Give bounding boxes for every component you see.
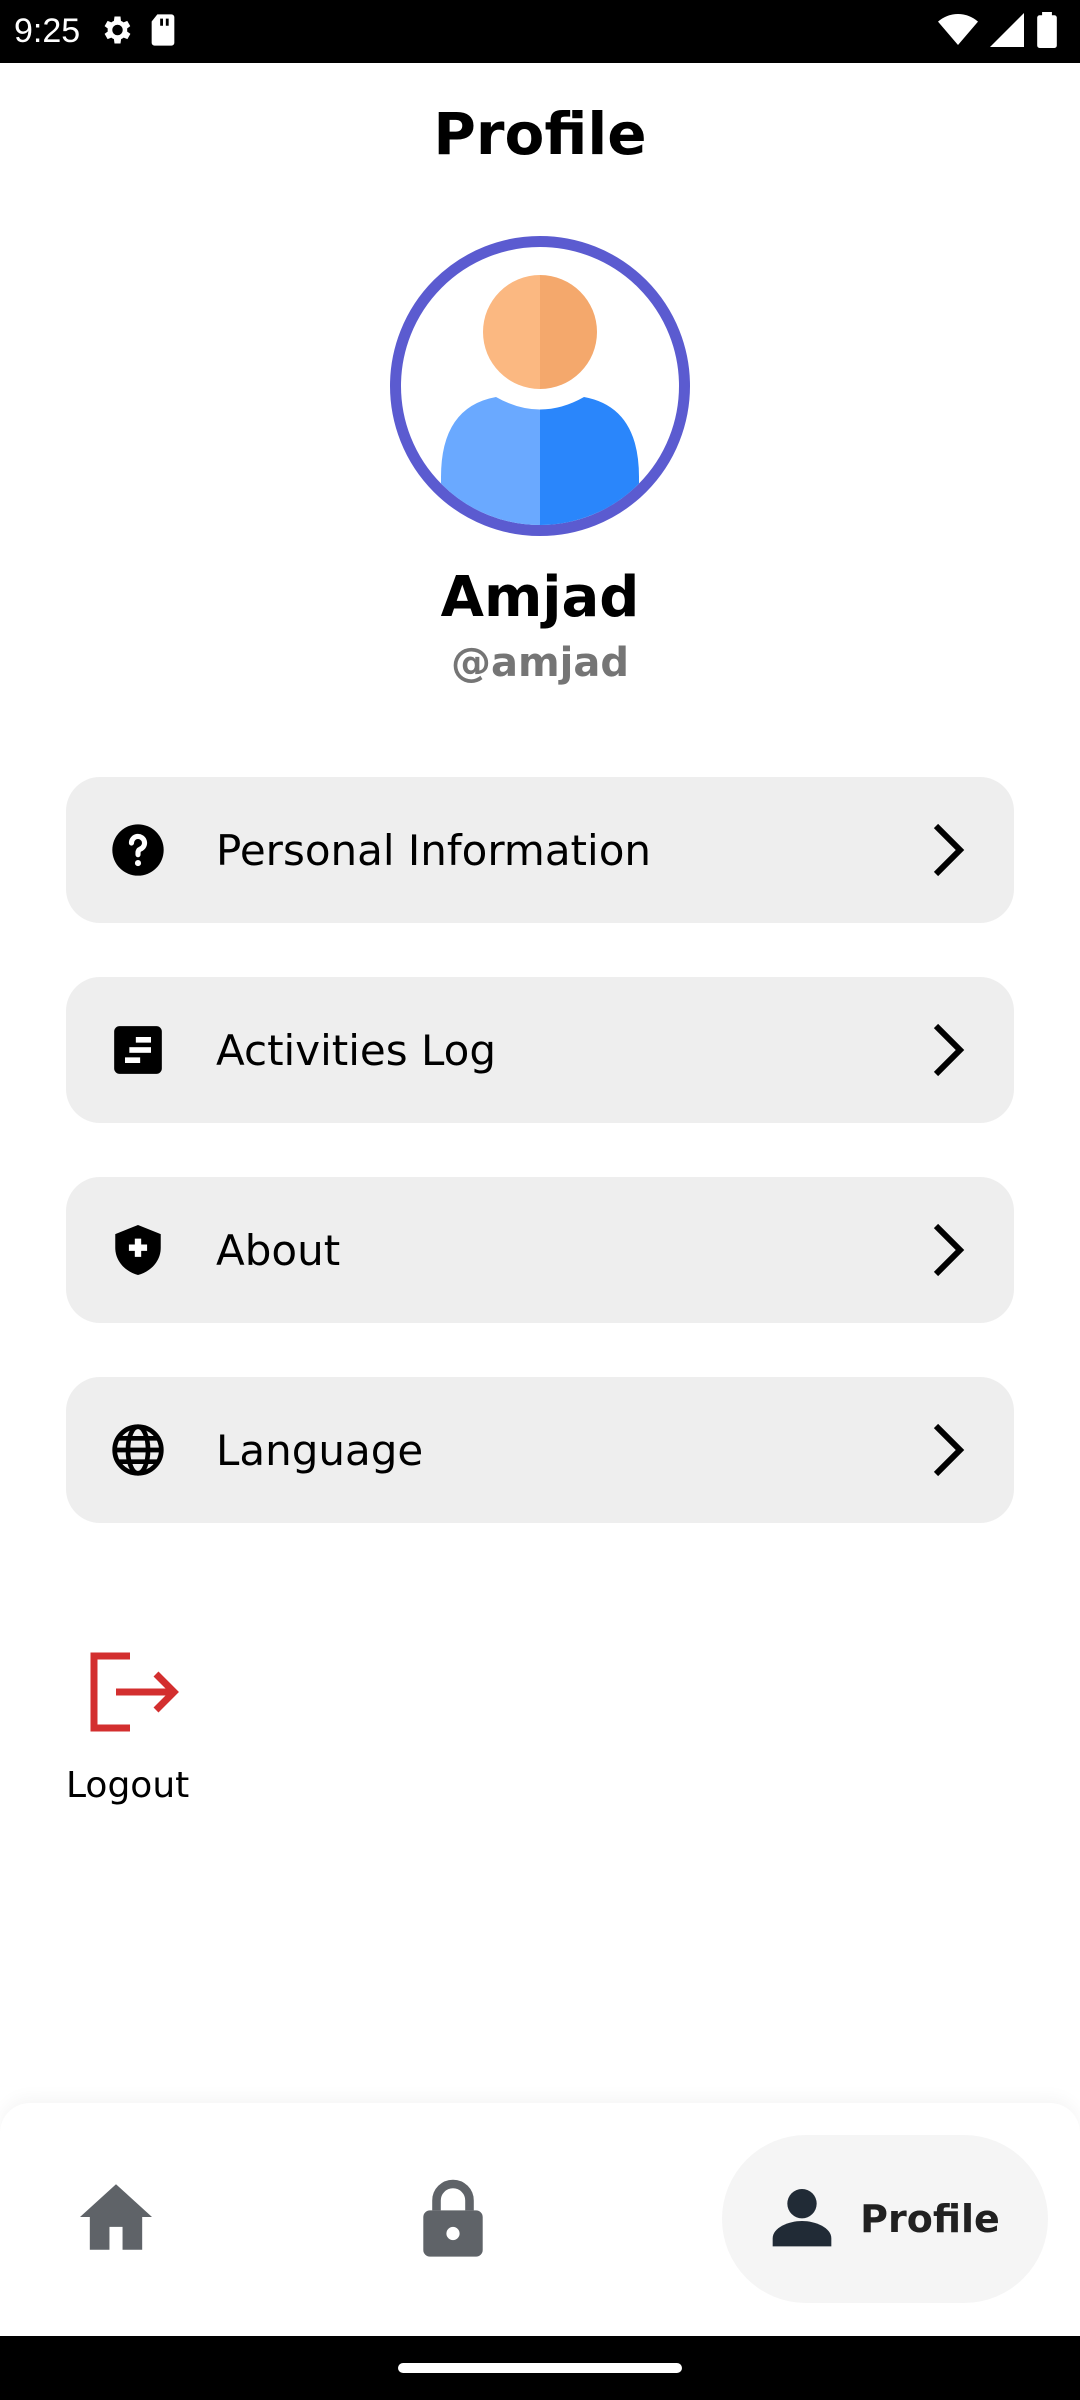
globe-icon bbox=[110, 1422, 166, 1478]
chevron-right-icon bbox=[926, 1220, 970, 1280]
sd-card-icon bbox=[148, 13, 178, 51]
home-indicator[interactable] bbox=[398, 2363, 682, 2373]
logout-icon bbox=[90, 1650, 180, 1738]
bottom-navigation: Profile bbox=[0, 2103, 1080, 2336]
chevron-right-icon bbox=[926, 1420, 970, 1480]
log-icon bbox=[110, 1022, 166, 1078]
profile-name: Amjad bbox=[440, 565, 640, 630]
nav-home-button[interactable] bbox=[76, 2181, 156, 2261]
menu-item-activities-log[interactable]: Activities Log bbox=[66, 977, 1014, 1123]
page-title: Profile bbox=[433, 100, 647, 168]
menu-item-about[interactable]: About bbox=[66, 1177, 1014, 1323]
chevron-right-icon bbox=[926, 820, 970, 880]
person-icon bbox=[770, 2187, 834, 2251]
home-icon bbox=[76, 2184, 156, 2257]
settings-icon bbox=[98, 12, 134, 52]
battery-icon bbox=[1036, 11, 1058, 52]
menu-item-label: About bbox=[216, 1225, 341, 1275]
nav-profile-label: Profile bbox=[860, 2197, 1000, 2241]
profile-handle: @amjad bbox=[450, 640, 629, 686]
logout-button[interactable]: Logout bbox=[60, 1640, 200, 1820]
menu-item-language[interactable]: Language bbox=[66, 1377, 1014, 1523]
nav-lock-button[interactable] bbox=[420, 2177, 500, 2261]
menu-item-personal-information[interactable]: Personal Information bbox=[66, 777, 1014, 923]
menu-item-label: Personal Information bbox=[216, 825, 652, 875]
menu-item-label: Activities Log bbox=[216, 1025, 496, 1075]
menu-item-label: Language bbox=[216, 1425, 424, 1475]
status-time: 9:25 bbox=[14, 12, 81, 50]
logout-label: Logout bbox=[66, 1765, 190, 1806]
shield-plus-icon bbox=[110, 1222, 166, 1278]
nav-profile-button[interactable]: Profile bbox=[722, 2135, 1048, 2303]
wifi-icon bbox=[938, 13, 978, 51]
lock-icon bbox=[420, 2179, 486, 2261]
status-bar: 9:25 bbox=[0, 0, 1080, 63]
signal-icon bbox=[990, 12, 1024, 51]
avatar bbox=[390, 236, 690, 536]
help-circle-icon bbox=[110, 822, 166, 878]
chevron-right-icon bbox=[926, 1020, 970, 1080]
